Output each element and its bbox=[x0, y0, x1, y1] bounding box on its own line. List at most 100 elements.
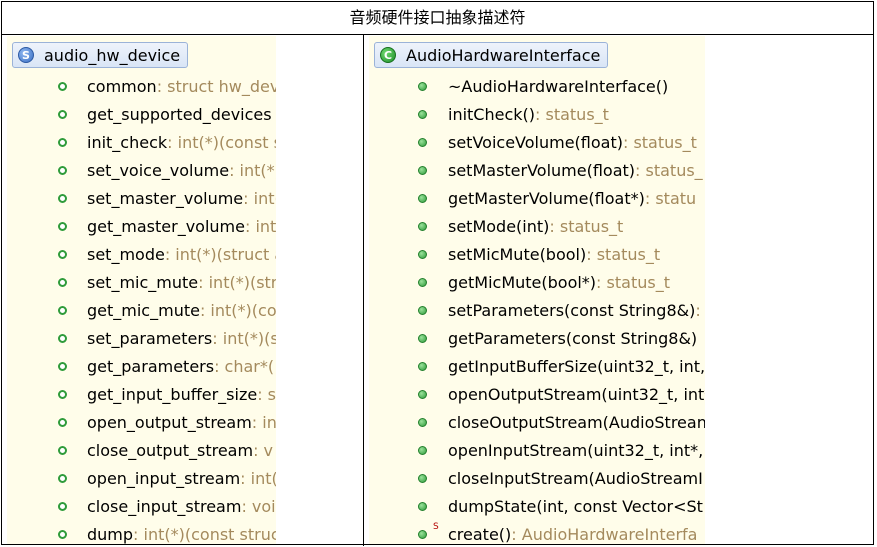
outline-member[interactable]: set_mic_mute : int(*)(stru bbox=[7, 268, 276, 296]
field-icon bbox=[58, 361, 67, 371]
member-type: : int(*)(s bbox=[212, 328, 276, 348]
outline-member[interactable]: setMicMute(bool) : status_t bbox=[369, 240, 705, 268]
member-type: : int( bbox=[243, 188, 276, 208]
struct-member-list: common : struct hw_dev get_supported_devi… bbox=[7, 72, 276, 544]
member-type: : status_t bbox=[586, 244, 661, 264]
struct-header[interactable]: S audio_hw_device bbox=[12, 42, 189, 68]
member-name: init_check bbox=[87, 132, 168, 152]
struct-name: audio_hw_device bbox=[44, 45, 181, 65]
member-name: getMasterVolume(float*) bbox=[448, 188, 645, 208]
member-type: : char*( bbox=[214, 356, 275, 376]
outline-member[interactable]: set_voice_volume : int(*) bbox=[7, 156, 276, 184]
method-icon bbox=[418, 529, 427, 539]
column-divider bbox=[363, 35, 364, 546]
outline-member[interactable]: close_input_stream : voi bbox=[7, 492, 276, 520]
member-type: : statu bbox=[644, 188, 697, 208]
outline-member[interactable]: setVoiceVolume(float) : status_t bbox=[369, 128, 705, 156]
method-icon bbox=[418, 417, 427, 427]
outline-member[interactable]: setMode(int) : status_t bbox=[369, 212, 705, 240]
member-type: : status_t bbox=[535, 104, 609, 124]
member-name: closeInputStream(AudioStreamI bbox=[448, 468, 703, 488]
method-icon bbox=[418, 445, 427, 455]
static-marker-icon: S bbox=[433, 522, 439, 532]
outline-member[interactable]: openInputStream(uint32_t, int*, bbox=[369, 436, 705, 464]
member-type: : status_t bbox=[622, 132, 697, 152]
method-icon bbox=[418, 361, 427, 371]
field-icon bbox=[58, 81, 67, 91]
outline-member[interactable]: setParameters(const String8&) : s bbox=[369, 296, 705, 324]
member-name: dumpState(int, const Vector<St bbox=[448, 496, 703, 516]
member-name: close_output_stream bbox=[87, 440, 254, 460]
member-name: setParameters(const String8&) bbox=[448, 300, 696, 320]
outline-member[interactable]: get_mic_mute : int(*)(co bbox=[7, 296, 276, 324]
outline-member[interactable]: set_mode : int(*)(struct a bbox=[7, 240, 276, 268]
field-icon bbox=[58, 445, 67, 455]
outline-member[interactable]: openOutputStream(uint32_t, int* bbox=[369, 380, 705, 408]
member-name: openInputStream(uint32_t, int*, bbox=[448, 440, 704, 460]
member-name: ~AudioHardwareInterface() bbox=[448, 76, 669, 96]
outline-member[interactable]: getInputBufferSize(uint32_t, int, bbox=[369, 352, 705, 380]
method-icon bbox=[418, 193, 427, 203]
member-name: close_input_stream bbox=[87, 496, 242, 516]
method-icon bbox=[418, 501, 427, 511]
outline-member[interactable]: set_parameters : int(*)(s bbox=[7, 324, 276, 352]
field-icon bbox=[58, 305, 67, 315]
class-icon: C bbox=[380, 47, 396, 63]
member-name: get_supported_devices bbox=[87, 104, 272, 124]
member-name: getParameters(const String8&) bbox=[448, 328, 698, 348]
method-icon bbox=[418, 277, 427, 287]
outline-member[interactable]: ~AudioHardwareInterface() bbox=[369, 72, 705, 100]
member-name: get_master_volume bbox=[87, 216, 245, 236]
member-type: : status_ bbox=[635, 160, 703, 180]
member-type: : int(*) bbox=[229, 160, 276, 180]
outline-member[interactable]: common : struct hw_dev bbox=[7, 72, 276, 100]
outline-member[interactable]: set_master_volume : int( bbox=[7, 184, 276, 212]
member-type: : s bbox=[257, 384, 276, 404]
member-name: openOutputStream(uint32_t, int* bbox=[448, 384, 705, 404]
outline-member[interactable]: Screate() : AudioHardwareInterfa bbox=[369, 520, 705, 544]
member-name: setVoiceVolume(float) bbox=[448, 132, 623, 152]
field-icon bbox=[58, 249, 67, 259]
member-name: get_input_buffer_size bbox=[87, 384, 258, 404]
member-name: setMode(int) bbox=[448, 216, 550, 236]
member-name: closeOutputStream(AudioStrean bbox=[448, 412, 705, 432]
outline-member[interactable]: getParameters(const String8&) bbox=[369, 324, 705, 352]
field-icon bbox=[58, 137, 67, 147]
outline-member[interactable]: getMicMute(bool*) : status_t bbox=[369, 268, 705, 296]
member-name: create() bbox=[448, 524, 512, 544]
outline-member[interactable]: setMasterVolume(float) : status_ bbox=[369, 156, 705, 184]
outline-member[interactable]: get_supported_devices bbox=[7, 100, 276, 128]
member-name: common bbox=[87, 76, 157, 96]
member-name: setMicMute(bool) bbox=[448, 244, 587, 264]
class-name: AudioHardwareInterface bbox=[406, 45, 601, 65]
outline-member[interactable]: close_output_stream : v bbox=[7, 436, 276, 464]
member-type: : int( bbox=[240, 468, 276, 488]
member-name: setMasterVolume(float) bbox=[448, 160, 636, 180]
outline-member[interactable]: get_master_volume : int bbox=[7, 212, 276, 240]
field-icon bbox=[58, 473, 67, 483]
member-name: open_input_stream bbox=[87, 468, 241, 488]
outline-member[interactable]: closeOutputStream(AudioStrean bbox=[369, 408, 705, 436]
outline-member[interactable]: open_output_stream : in bbox=[7, 408, 276, 436]
outline-member[interactable]: dump : int(*)(const struc bbox=[7, 520, 276, 544]
member-name: set_parameters bbox=[87, 328, 213, 348]
outline-member[interactable]: get_parameters : char*( bbox=[7, 352, 276, 380]
outline-member[interactable]: open_input_stream : int( bbox=[7, 464, 276, 492]
member-type: : int(*)(const s bbox=[167, 132, 276, 152]
outline-member[interactable]: get_input_buffer_size : s bbox=[7, 380, 276, 408]
outline-member[interactable]: dumpState(int, const Vector<St bbox=[369, 492, 705, 520]
class-member-list: ~AudioHardwareInterface() initCheck() : s… bbox=[369, 72, 705, 544]
class-header[interactable]: C AudioHardwareInterface bbox=[374, 42, 609, 68]
member-name: set_voice_volume bbox=[87, 160, 230, 180]
field-icon bbox=[58, 501, 67, 511]
outline-member[interactable]: init_check : int(*)(const s bbox=[7, 128, 276, 156]
member-type: : int(*)(co bbox=[199, 300, 276, 320]
field-icon bbox=[58, 165, 67, 175]
member-type: : v bbox=[253, 440, 274, 460]
member-name: get_parameters bbox=[87, 356, 215, 376]
outline-member[interactable]: closeInputStream(AudioStreamI bbox=[369, 464, 705, 492]
member-name: set_master_volume bbox=[87, 188, 244, 208]
outline-member[interactable]: initCheck() : status_t bbox=[369, 100, 705, 128]
member-type: : int(*)(const struc bbox=[133, 524, 276, 544]
outline-member[interactable]: getMasterVolume(float*) : statu bbox=[369, 184, 705, 212]
